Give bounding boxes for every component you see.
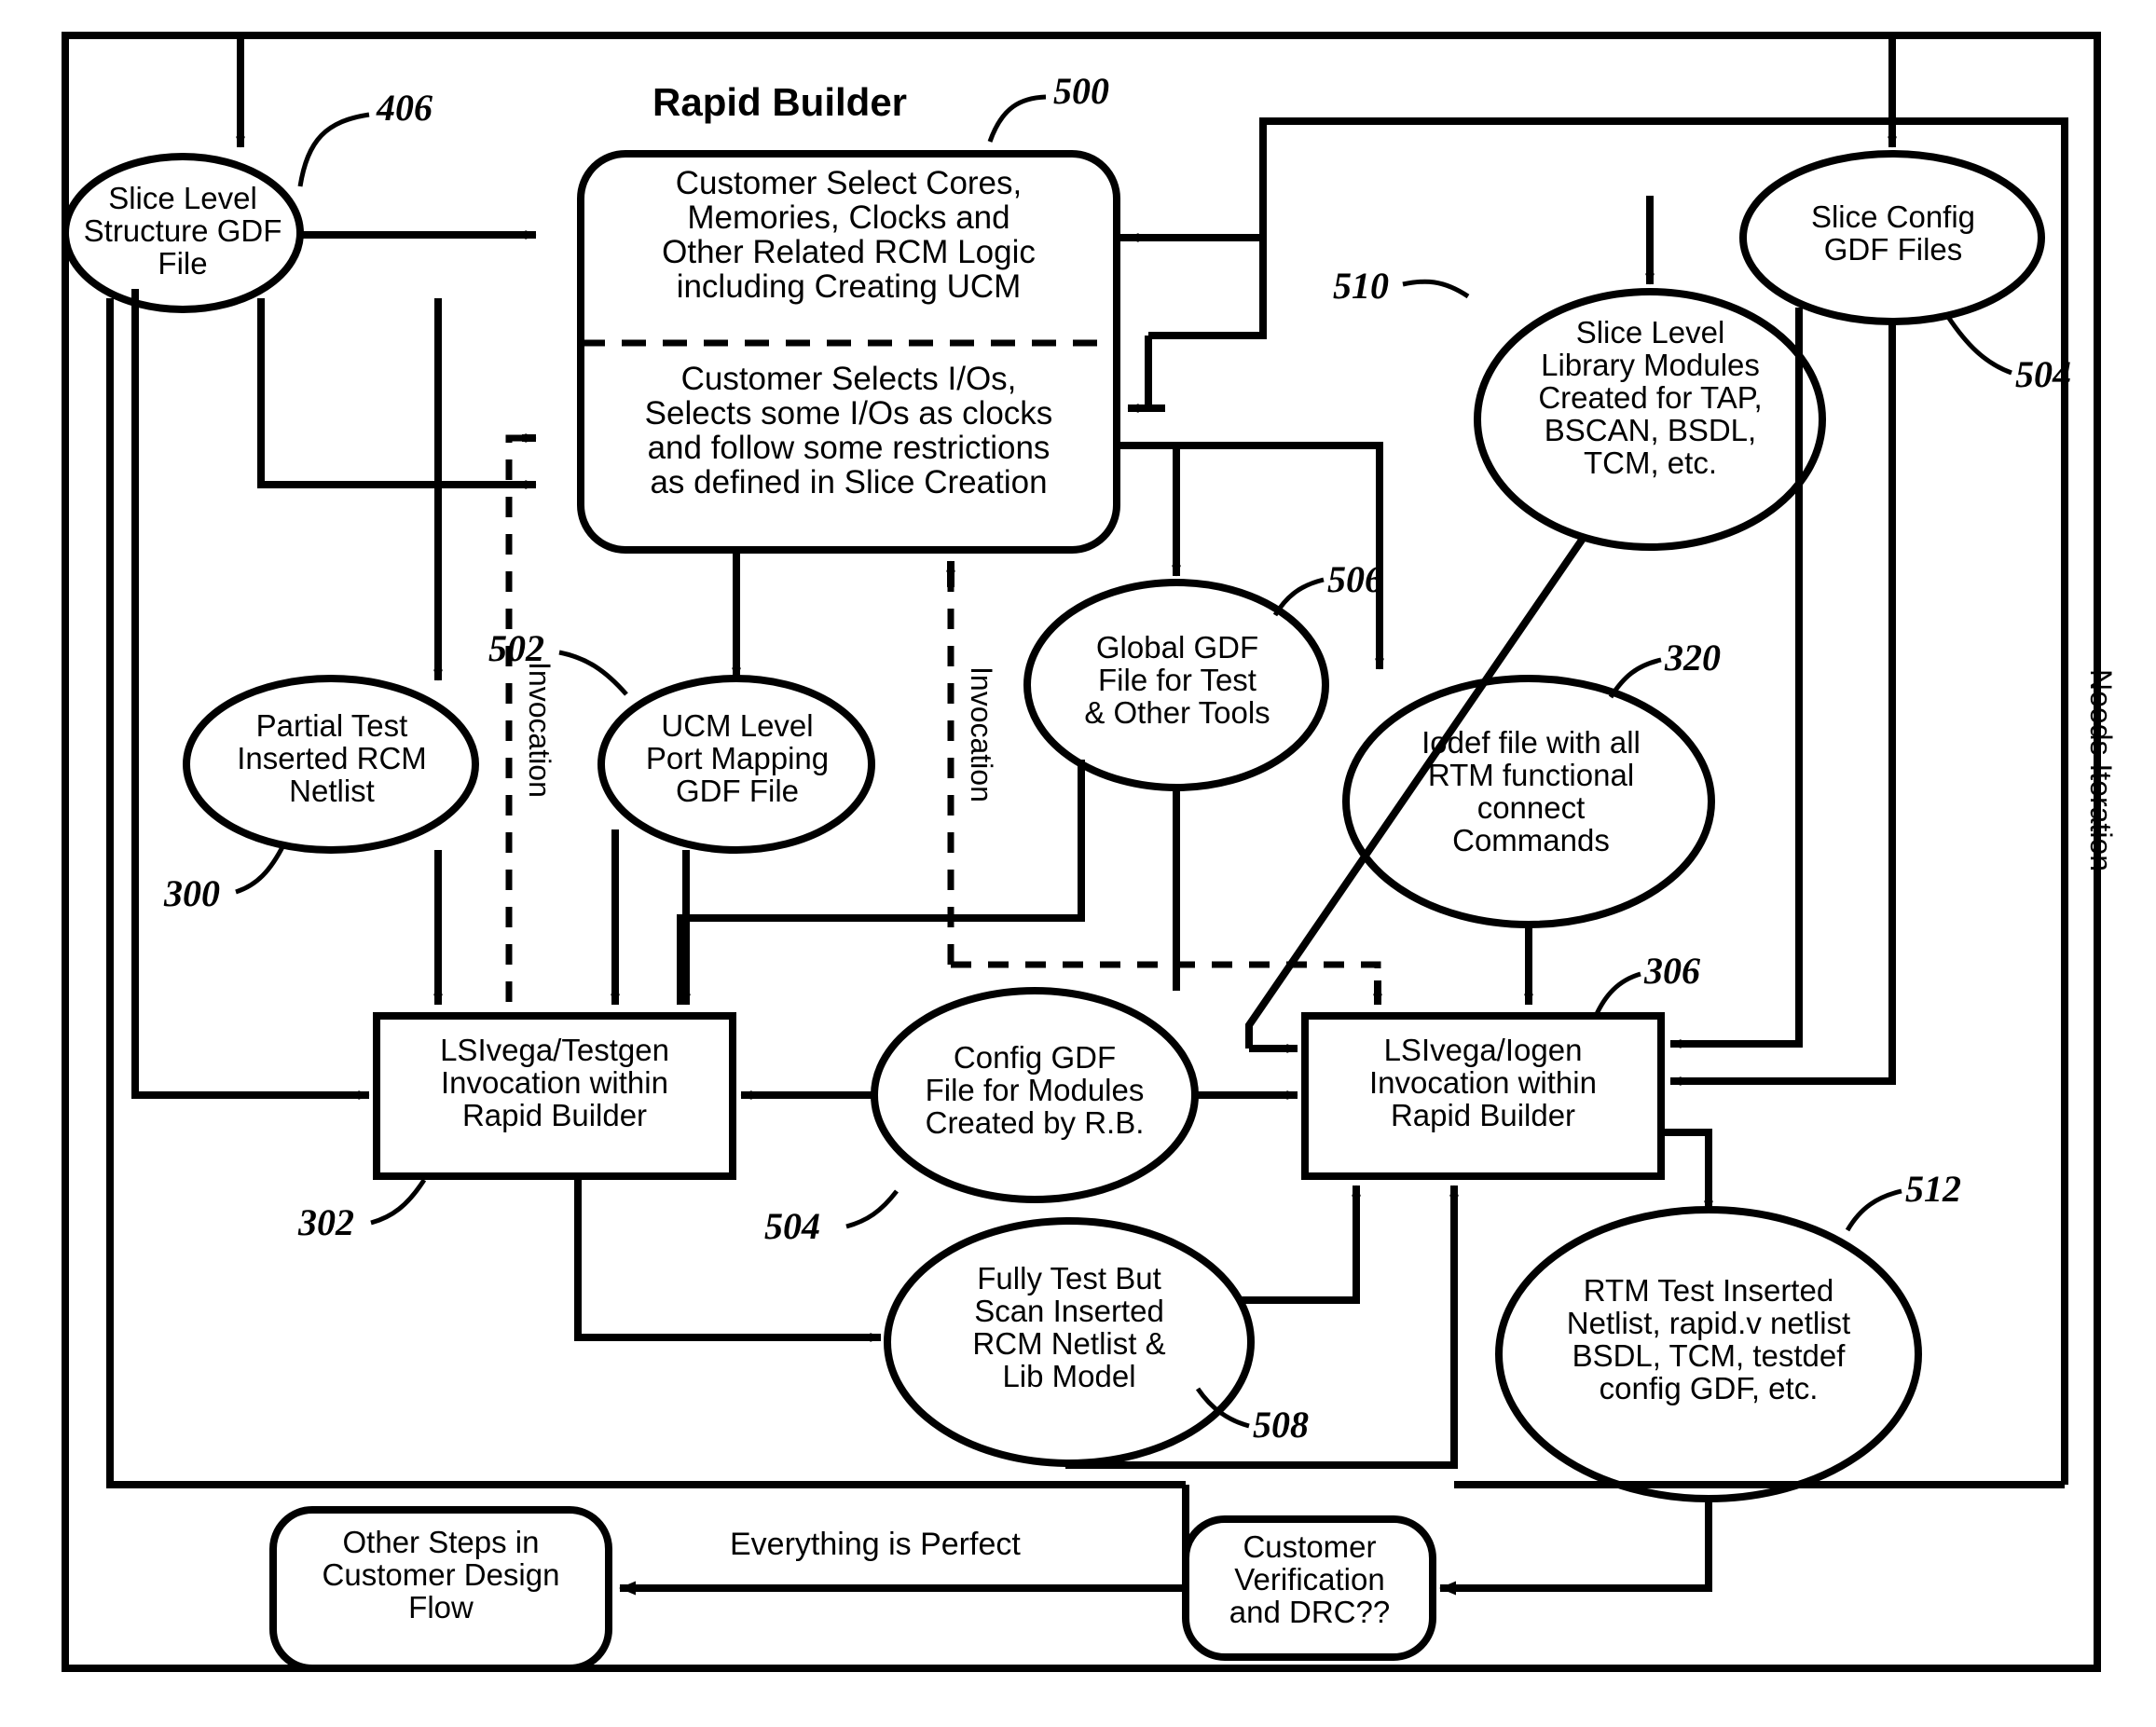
ref-num-302: 302 (298, 1201, 354, 1243)
ref-num-406: 406 (377, 87, 433, 129)
edge-label-everything-is-perfect: Everything is Perfect (730, 1527, 1021, 1562)
ref-num-512: 512 (1905, 1168, 1961, 1210)
ref-num-508: 508 (1253, 1404, 1309, 1446)
ref-num-502: 502 (488, 627, 544, 669)
ref-num-510: 510 (1333, 265, 1389, 307)
ref-num-306: 306 (1644, 950, 1700, 992)
flowchart-graphics (62, 32, 2101, 1672)
ref-num-300: 300 (164, 872, 220, 914)
ref-num-506: 506 (1327, 558, 1383, 600)
figure-title: Rapid Builder (652, 80, 908, 124)
ref-num-500: 500 (1053, 70, 1109, 112)
edge-label-invocation-1: Invocation (523, 662, 556, 798)
ref-num-504-top: 504 (2015, 353, 2071, 395)
edge-label-invocation-2: Invocation (965, 666, 998, 802)
figure-canvas: Rapid Builder Slice Level Structure GDF … (0, 0, 2156, 1727)
ref-num-320: 320 (1665, 637, 1721, 678)
ref-num-504-bottom: 504 (764, 1205, 820, 1247)
frame-label-needs-iteration: Needs Iteration (2084, 669, 2118, 872)
